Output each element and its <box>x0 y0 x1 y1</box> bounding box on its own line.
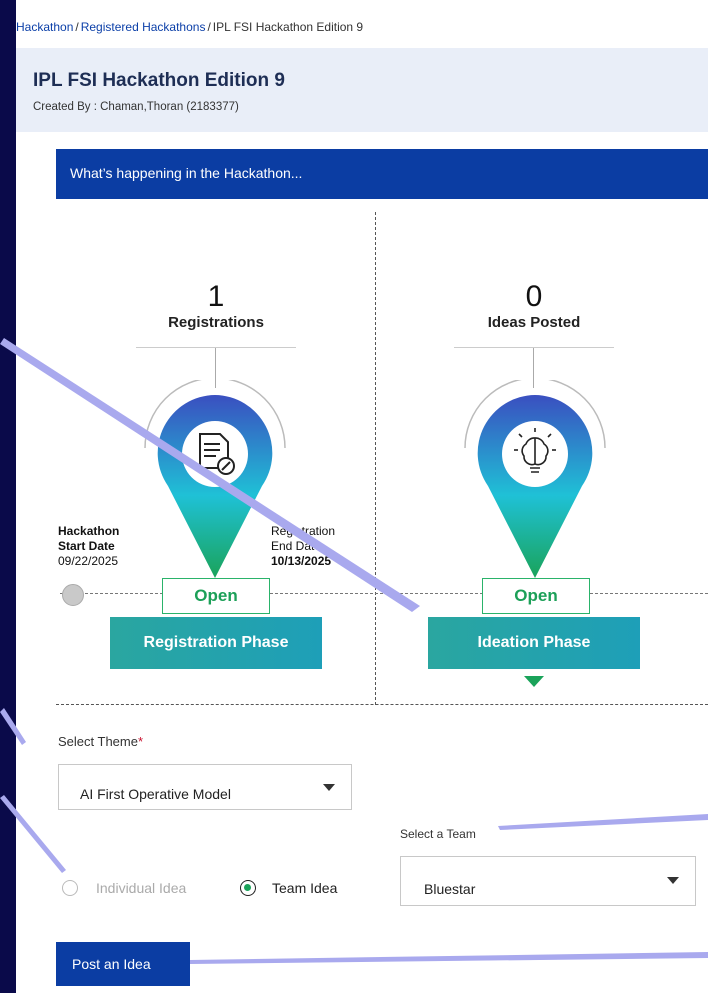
registrations-count: 1 <box>207 280 225 313</box>
timeline-start-dot <box>62 584 84 606</box>
ideas-stat: 0 Ideas Posted <box>454 280 614 332</box>
team-idea-radio[interactable] <box>240 880 256 896</box>
registrations-stat: 1 Registrations <box>136 280 296 332</box>
section-divider <box>56 704 708 705</box>
registration-phase-pin <box>144 380 286 578</box>
team-select-value: Bluestar <box>424 881 476 897</box>
chevron-down-icon <box>667 877 679 884</box>
team-idea-label[interactable]: Team Idea <box>272 880 337 896</box>
chevron-down-icon <box>323 784 335 791</box>
stat-underline <box>136 347 296 348</box>
start-label-line1: Hackathon <box>58 524 120 538</box>
required-marker: * <box>137 734 144 749</box>
breadcrumb-registered-link[interactable]: Registered Hackathons <box>81 20 206 34</box>
page-title: IPL FSI Hackathon Edition 9 <box>33 70 285 91</box>
ideation-status-badge: Open <box>482 578 590 614</box>
start-label-line2: Start Date <box>58 539 115 553</box>
breadcrumb-separator: / <box>75 20 79 34</box>
reg-end-date-value: 10/13/2025 <box>271 554 332 568</box>
reg-end-date-block: Registration End Date 10/13/2025 <box>271 524 335 569</box>
theme-label: Select Theme* <box>58 734 143 749</box>
start-date-value: 09/22/2025 <box>58 554 119 568</box>
registrations-label: Registrations <box>168 314 264 331</box>
ideas-count: 0 <box>525 280 543 313</box>
theme-select[interactable]: AI First Operative Model <box>58 764 352 810</box>
individual-idea-label[interactable]: Individual Idea <box>96 880 186 896</box>
reg-end-label-line2: End Date <box>271 539 322 553</box>
ideation-phase-button[interactable]: Ideation Phase <box>428 617 640 669</box>
post-idea-button[interactable]: Post an Idea <box>56 942 190 986</box>
breadcrumb: Hackathon / Registered Hackathons / IPL FSI … <box>16 20 363 34</box>
happening-banner: What’s happening in the Hackathon... <box>56 149 708 199</box>
page-header: IPL FSI Hackathon Edition 9 Created By :… <box>16 48 708 132</box>
team-select[interactable]: Bluestar <box>400 856 696 906</box>
start-date-block: Hackathon Start Date 09/22/2025 <box>58 524 119 569</box>
breadcrumb-hackathon-link[interactable]: Hackathon <box>16 20 73 34</box>
column-divider <box>375 212 376 705</box>
registration-status-badge: Open <box>162 578 270 614</box>
registration-phase-button[interactable]: Registration Phase <box>110 617 322 669</box>
theme-label-text: Select Theme <box>58 734 138 749</box>
breadcrumb-current: IPL FSI Hackathon Edition 9 <box>212 20 364 34</box>
stat-underline <box>454 347 614 348</box>
timeline-line <box>60 593 708 594</box>
breadcrumb-separator: / <box>207 20 211 34</box>
happening-title: What’s happening in the Hackathon... <box>70 165 303 181</box>
individual-idea-radio[interactable] <box>62 880 78 896</box>
reg-end-label-line1: Registration <box>271 524 336 538</box>
active-phase-indicator-icon <box>524 676 544 687</box>
theme-select-value: AI First Operative Model <box>80 786 231 802</box>
ideas-label: Ideas Posted <box>487 314 581 331</box>
created-by: Created By : Chaman,Thoran (2183377) <box>33 101 239 113</box>
team-label: Select a Team <box>400 827 476 841</box>
ideation-phase-pin <box>464 380 606 578</box>
